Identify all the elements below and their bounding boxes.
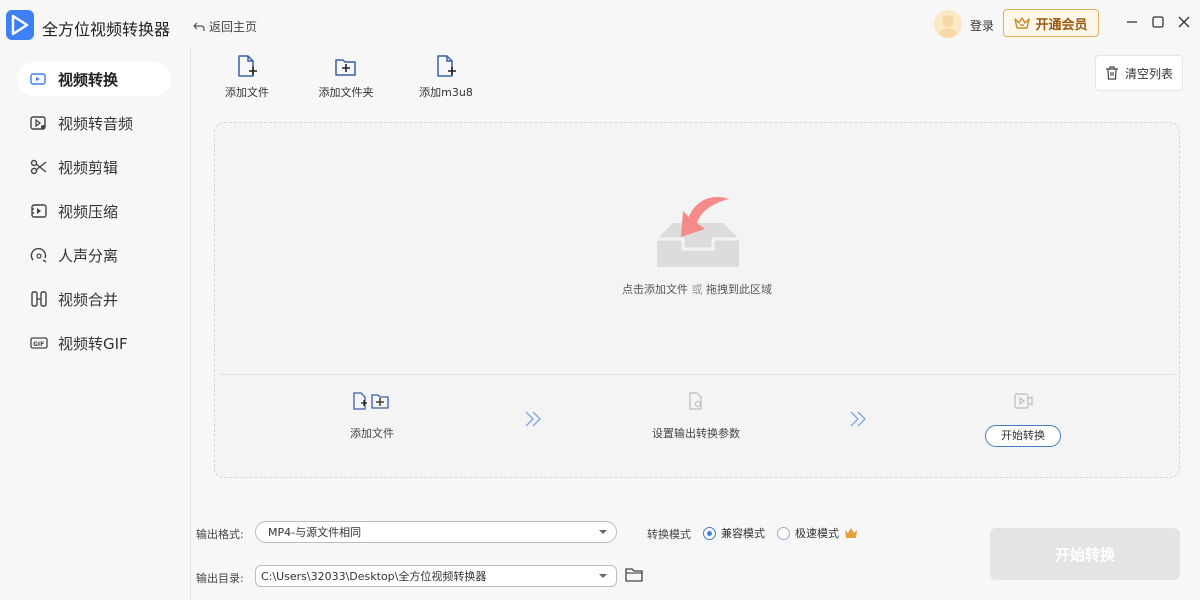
settings-file-icon xyxy=(641,391,751,411)
add-folder-label: 添加文件夹 xyxy=(318,86,374,99)
step-arrow-icon xyxy=(524,410,544,432)
add-folder-button[interactable]: 添加文件夹 xyxy=(306,54,386,100)
voice-separation-icon xyxy=(30,246,48,264)
sidebar-item-label: 视频转换 xyxy=(58,70,119,89)
file-drop-zone[interactable]: 点击添加文件 或 拖拽到此区域 添加文件 设置输出转换参数 开始转换 xyxy=(214,122,1180,478)
title-bar: 全方位视频转换器 返回主页 登录 开通会员 xyxy=(0,0,1200,48)
browse-folder-button[interactable] xyxy=(625,567,643,586)
sidebar-divider xyxy=(190,48,191,600)
vip-button[interactable]: 开通会员 xyxy=(1003,9,1099,37)
mode-compatible-label: 兼容模式 xyxy=(721,527,765,540)
user-avatar[interactable] xyxy=(934,10,962,38)
step-start-button[interactable]: 开始转换 xyxy=(985,425,1061,447)
add-m3u8-button[interactable]: 添加m3u8 xyxy=(406,54,486,100)
sidebar-item-video-merge[interactable]: 视频合并 xyxy=(17,282,171,316)
step-settings: 设置输出转换参数 xyxy=(641,391,751,441)
close-button[interactable] xyxy=(1176,14,1192,30)
sidebar-item-video-compress[interactable]: 视频压缩 xyxy=(17,194,171,228)
chevron-down-icon xyxy=(599,574,607,578)
step-add-file-label: 添加文件 xyxy=(350,427,394,440)
step-settings-label: 设置输出转换参数 xyxy=(652,427,740,440)
output-format-value: MP4-与源文件相同 xyxy=(268,526,362,539)
add-file-icon xyxy=(207,54,287,80)
video-convert-icon xyxy=(30,70,48,88)
step-start: 开始转换 xyxy=(983,391,1063,447)
radio-selected-icon xyxy=(703,526,716,540)
convert-mode-label: 转换模式 xyxy=(647,528,691,541)
sidebar-item-label: 人声分离 xyxy=(58,246,119,265)
vip-crown-icon xyxy=(845,528,857,538)
steps-divider xyxy=(219,374,1175,375)
sidebar: 视频转换 视频转音频 视频剪辑 视频压缩 人声分离 视频合并 GIF 视频转GI… xyxy=(0,62,190,370)
folder-icon xyxy=(625,568,643,582)
inbox-upload-icon xyxy=(655,193,741,277)
step-arrow-icon xyxy=(849,410,869,432)
sidebar-item-label: 视频压缩 xyxy=(58,202,119,221)
add-file-button[interactable]: 添加文件 xyxy=(207,54,287,100)
svg-text:GIF: GIF xyxy=(33,341,44,348)
back-home-label: 返回主页 xyxy=(209,20,258,34)
sidebar-item-video-edit[interactable]: 视频剪辑 xyxy=(17,150,171,184)
sidebar-item-label: 视频合并 xyxy=(58,290,119,309)
merge-icon xyxy=(30,290,48,308)
add-m3u8-icon xyxy=(406,54,486,80)
chevron-down-icon xyxy=(599,530,607,534)
scissors-icon xyxy=(30,158,48,176)
sidebar-item-label: 视频转音频 xyxy=(58,114,134,133)
sidebar-item-label: 视频转GIF xyxy=(58,334,128,353)
vip-label: 开通会员 xyxy=(1035,17,1088,33)
mode-fast-radio[interactable]: 极速模式 xyxy=(777,525,858,541)
sidebar-item-video-to-audio[interactable]: 视频转音频 xyxy=(17,106,171,140)
radio-unselected-icon xyxy=(777,526,790,540)
login-link[interactable]: 登录 xyxy=(970,17,994,34)
minimize-icon xyxy=(1127,21,1137,23)
clear-list-button[interactable]: 清空列表 xyxy=(1095,55,1183,91)
mode-fast-label: 极速模式 xyxy=(795,527,839,540)
output-dir-value: C:\Users\32033\Desktop\全方位视频转换器 xyxy=(261,570,487,583)
back-home-link[interactable]: 返回主页 xyxy=(193,18,257,35)
output-dir-label: 输出目录: xyxy=(196,572,244,585)
sidebar-item-video-to-gif[interactable]: GIF 视频转GIF xyxy=(17,326,171,360)
sidebar-item-voice-separation[interactable]: 人声分离 xyxy=(17,238,171,272)
sidebar-item-video-convert[interactable]: 视频转换 xyxy=(17,62,171,96)
app-title: 全方位视频转换器 xyxy=(42,20,171,39)
clear-list-label: 清空列表 xyxy=(1124,66,1173,81)
add-file-label: 添加文件 xyxy=(225,86,269,99)
mode-compatible-radio[interactable]: 兼容模式 xyxy=(703,525,765,541)
app-logo-icon xyxy=(6,10,34,40)
video-to-audio-icon xyxy=(30,114,48,132)
maximize-button[interactable] xyxy=(1150,14,1166,30)
maximize-icon xyxy=(1152,16,1164,28)
back-arrow-icon xyxy=(193,22,205,31)
output-format-label: 输出格式: xyxy=(196,528,244,541)
output-dir-select[interactable]: C:\Users\32033\Desktop\全方位视频转换器 xyxy=(255,565,617,587)
add-folder-icon xyxy=(306,54,386,80)
step-add-file: 添加文件 xyxy=(337,391,407,441)
output-format-select[interactable]: MP4-与源文件相同 xyxy=(255,521,617,543)
minimize-button[interactable] xyxy=(1124,14,1140,30)
start-convert-button[interactable]: 开始转换 xyxy=(990,528,1180,580)
drop-hint-drag: 拖拽到此区域 xyxy=(706,283,772,296)
sidebar-item-label: 视频剪辑 xyxy=(58,158,119,177)
compress-icon xyxy=(30,202,48,220)
add-files-step-icon xyxy=(337,391,407,411)
trash-icon xyxy=(1105,66,1118,80)
drop-hint: 点击添加文件 或 拖拽到此区域 xyxy=(215,281,1179,297)
drop-hint-main: 点击添加文件 xyxy=(622,283,688,296)
convert-video-icon xyxy=(983,391,1063,411)
add-m3u8-label: 添加m3u8 xyxy=(419,86,473,99)
gif-icon: GIF xyxy=(30,334,48,352)
drop-hint-or: 或 xyxy=(691,283,703,296)
crown-icon xyxy=(1014,17,1031,29)
close-icon xyxy=(1178,16,1190,28)
